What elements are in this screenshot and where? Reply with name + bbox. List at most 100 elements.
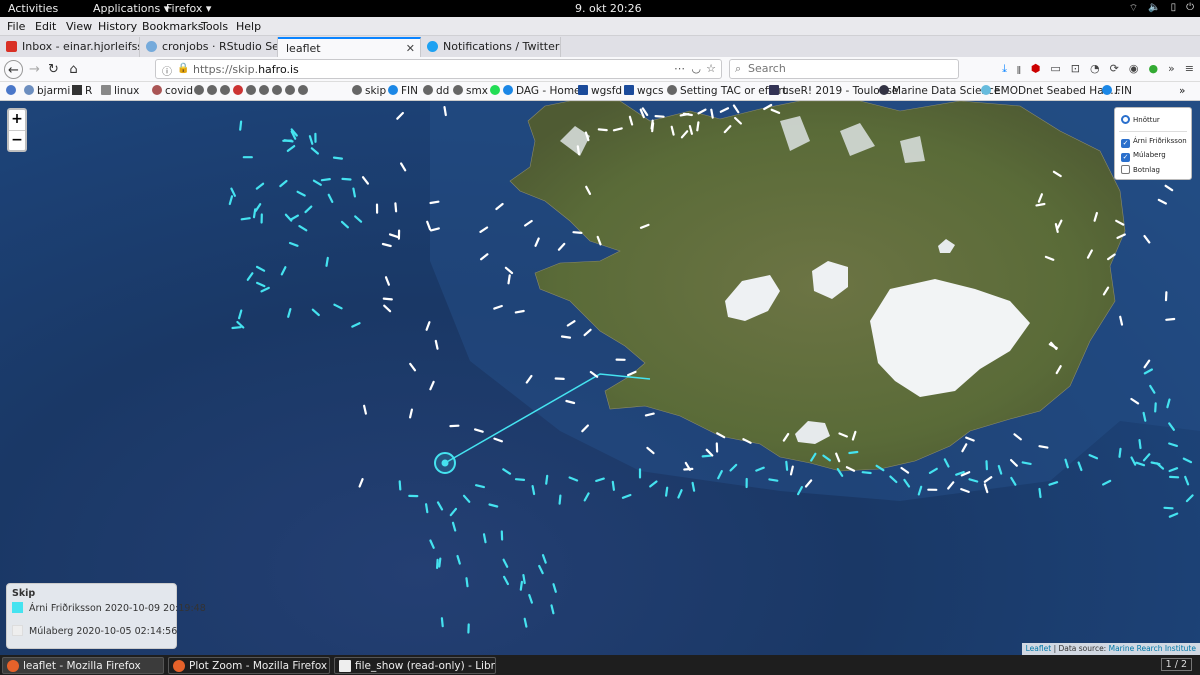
checkbox-checked-icon[interactable]: ✓ bbox=[1121, 139, 1130, 148]
tab-rstudio[interactable]: cronjobs · RStudio Server bbox=[140, 37, 278, 57]
overlay-botnlag[interactable]: Botnlag bbox=[1121, 165, 1160, 174]
sync-icon[interactable]: ⟳ bbox=[1110, 62, 1119, 81]
url-bar[interactable]: ⓘ 🔒 https://skip.hafro.is ⋯ ◡ ☆ bbox=[155, 59, 722, 79]
bookmark-smx[interactable]: smx bbox=[453, 85, 488, 97]
leaflet-map[interactable]: + − Hnöttur ✓ Árni Friðriksson ✓ Múlaberg … bbox=[0, 101, 1200, 655]
reload-button[interactable]: ↻ bbox=[44, 60, 63, 79]
rstudio-icon bbox=[146, 41, 157, 52]
ship-track-mark-white bbox=[493, 437, 503, 443]
reader-icon[interactable]: ▭ bbox=[1050, 62, 1060, 81]
activities-button[interactable]: Activities bbox=[8, 2, 58, 15]
menu-help[interactable]: Help bbox=[236, 20, 261, 33]
zoom-out-button[interactable]: − bbox=[9, 130, 25, 150]
bookmark-covid[interactable]: covid bbox=[152, 85, 193, 97]
system-tray[interactable]: ⌔ 🔈 ▯ ⏻ bbox=[1129, 2, 1194, 15]
bookmark-linux[interactable]: linux bbox=[101, 85, 139, 97]
clock[interactable]: 9. okt 20:26 bbox=[575, 2, 642, 15]
bookmark-bjarmi[interactable]: bjarmi bbox=[24, 85, 70, 97]
bookmark-icons-group[interactable] bbox=[194, 85, 311, 97]
grammarly-icon[interactable]: ● bbox=[1148, 62, 1158, 81]
extension-icon[interactable]: ◔ bbox=[1090, 62, 1100, 81]
ship-track-mark-cyan bbox=[254, 203, 262, 213]
bookmark-fin-2[interactable]: FIN bbox=[1102, 85, 1132, 97]
bookmark-emodnet[interactable]: EMODnet Seabed Hab... bbox=[981, 85, 1120, 97]
ship-track-mark-cyan bbox=[523, 617, 528, 628]
overlay-mulaberg[interactable]: ✓ Múlaberg bbox=[1121, 151, 1166, 162]
ship-track-mark-cyan bbox=[552, 583, 557, 593]
bookmark-skip[interactable]: skip bbox=[352, 85, 386, 97]
menu-file[interactable]: File bbox=[7, 20, 25, 33]
taskbar: leaflet - Mozilla Firefox Plot Zoom - Mo… bbox=[0, 655, 1200, 675]
screenshot-icon[interactable]: ⊡ bbox=[1071, 62, 1080, 81]
data-source-link[interactable]: Marine Rearch Institute bbox=[1109, 644, 1196, 653]
library-icon[interactable]: 𝍪 bbox=[1017, 62, 1021, 81]
overflow-menu-icon[interactable]: » bbox=[1168, 62, 1175, 81]
ship-track-mark-cyan bbox=[531, 485, 536, 496]
checkbox-checked-icon[interactable]: ✓ bbox=[1121, 153, 1130, 162]
bookmark-fin[interactable]: FIN bbox=[388, 85, 418, 97]
bookmark-r[interactable]: R bbox=[72, 85, 92, 97]
task-plot-zoom-firefox[interactable]: Plot Zoom - Mozilla Firefox bbox=[168, 657, 330, 674]
ship-track-mark-cyan bbox=[230, 187, 236, 197]
pocket-icon[interactable]: ◡ bbox=[691, 62, 701, 75]
ship-track-mark-cyan bbox=[287, 308, 292, 318]
search-bar[interactable]: ⌕ bbox=[729, 59, 959, 79]
radio-selected-icon[interactable] bbox=[1121, 115, 1130, 124]
workspace-pager[interactable]: 1 / 2 bbox=[1160, 658, 1192, 671]
bookmark-wgcs[interactable]: wgcs bbox=[624, 85, 664, 97]
home-button[interactable]: ⌂ bbox=[64, 60, 83, 79]
menu-edit[interactable]: Edit bbox=[35, 20, 56, 33]
ship-track-mark-cyan bbox=[296, 190, 306, 197]
leaflet-link[interactable]: Leaflet bbox=[1026, 644, 1052, 653]
ship-track-mark-cyan bbox=[611, 480, 616, 491]
bookmark-star-icon[interactable]: ☆ bbox=[706, 62, 716, 75]
ship-track-mark-cyan bbox=[1021, 461, 1032, 465]
menu-tools[interactable]: Tools bbox=[201, 20, 228, 33]
ship-track-mark-white bbox=[388, 233, 399, 238]
back-button[interactable]: ← bbox=[4, 60, 23, 79]
tab-bar: Inbox - einar.hjorleifsson cronjobs · RS… bbox=[0, 36, 1200, 91]
bookmark-dd[interactable]: dd bbox=[423, 85, 449, 97]
close-tab-icon[interactable]: ✕ bbox=[406, 42, 415, 55]
ship-track-mark-cyan bbox=[398, 480, 402, 491]
ublock-icon[interactable]: ⬢ bbox=[1031, 62, 1041, 81]
bookmark-k-icon[interactable] bbox=[6, 85, 19, 97]
hamburger-menu-icon[interactable]: ≡ bbox=[1185, 62, 1194, 81]
ship-track-mark-cyan bbox=[332, 156, 343, 160]
bookmark-dag-home[interactable]: DAG - Home bbox=[490, 85, 581, 97]
page-actions-icon[interactable]: ⋯ bbox=[674, 62, 685, 75]
task-leaflet-firefox[interactable]: leaflet - Mozilla Firefox bbox=[2, 657, 164, 674]
map-attribution: Leaflet | Data source: Marine Rearch Ins… bbox=[1021, 643, 1200, 655]
ship-track-mark-white bbox=[696, 121, 700, 132]
checkbox-unchecked-icon[interactable] bbox=[1121, 165, 1130, 174]
menu-history[interactable]: History bbox=[98, 20, 137, 33]
menu-view[interactable]: View bbox=[66, 20, 92, 33]
ship-legend: Skip Árni Friðriksson 2020-10-09 20:19:4… bbox=[6, 583, 206, 649]
lock-icon[interactable]: 🔒 bbox=[177, 63, 189, 74]
tab-gmail[interactable]: Inbox - einar.hjorleifsson bbox=[0, 37, 140, 57]
base-layer-hnottur[interactable]: Hnöttur bbox=[1121, 115, 1160, 124]
ship-track-mark-cyan bbox=[429, 539, 435, 549]
tab-leaflet[interactable]: leaflet ✕ bbox=[278, 37, 421, 57]
bookmark-wgsfd[interactable]: wgsfd bbox=[578, 85, 622, 97]
forward-button[interactable]: → bbox=[25, 60, 44, 79]
applications-menu[interactable]: Applications ▾ bbox=[93, 2, 169, 15]
vessel-position-dot[interactable] bbox=[441, 459, 449, 467]
map-canvas[interactable] bbox=[0, 101, 1200, 655]
firefox-app-menu[interactable]: Firefox ▾ bbox=[166, 2, 211, 15]
overlay-arni[interactable]: ✓ Árni Friðriksson bbox=[1121, 137, 1187, 148]
ship-track-mark-white bbox=[654, 115, 665, 118]
legend-entry-mulaberg: Múlaberg 2020-10-05 02:14:56 bbox=[12, 625, 177, 637]
tab-twitter[interactable]: Notifications / Twitter bbox=[421, 37, 561, 57]
menu-bookmarks[interactable]: Bookmarks bbox=[142, 20, 203, 33]
ship-track-mark-cyan bbox=[768, 478, 779, 482]
ship-track-mark-cyan bbox=[440, 617, 444, 628]
info-icon[interactable]: ⓘ bbox=[162, 63, 172, 78]
bookmarks-overflow-icon[interactable]: » bbox=[1179, 85, 1185, 97]
account-icon[interactable]: ◉ bbox=[1129, 62, 1139, 81]
zoom-in-button[interactable]: + bbox=[9, 110, 25, 130]
downloads-icon[interactable]: ⤓ bbox=[1002, 62, 1007, 81]
task-libreoffice[interactable]: file_show (read-only) - LibreOffice... bbox=[334, 657, 496, 674]
ship-track-mark-cyan bbox=[311, 308, 320, 317]
search-input[interactable] bbox=[748, 62, 948, 75]
